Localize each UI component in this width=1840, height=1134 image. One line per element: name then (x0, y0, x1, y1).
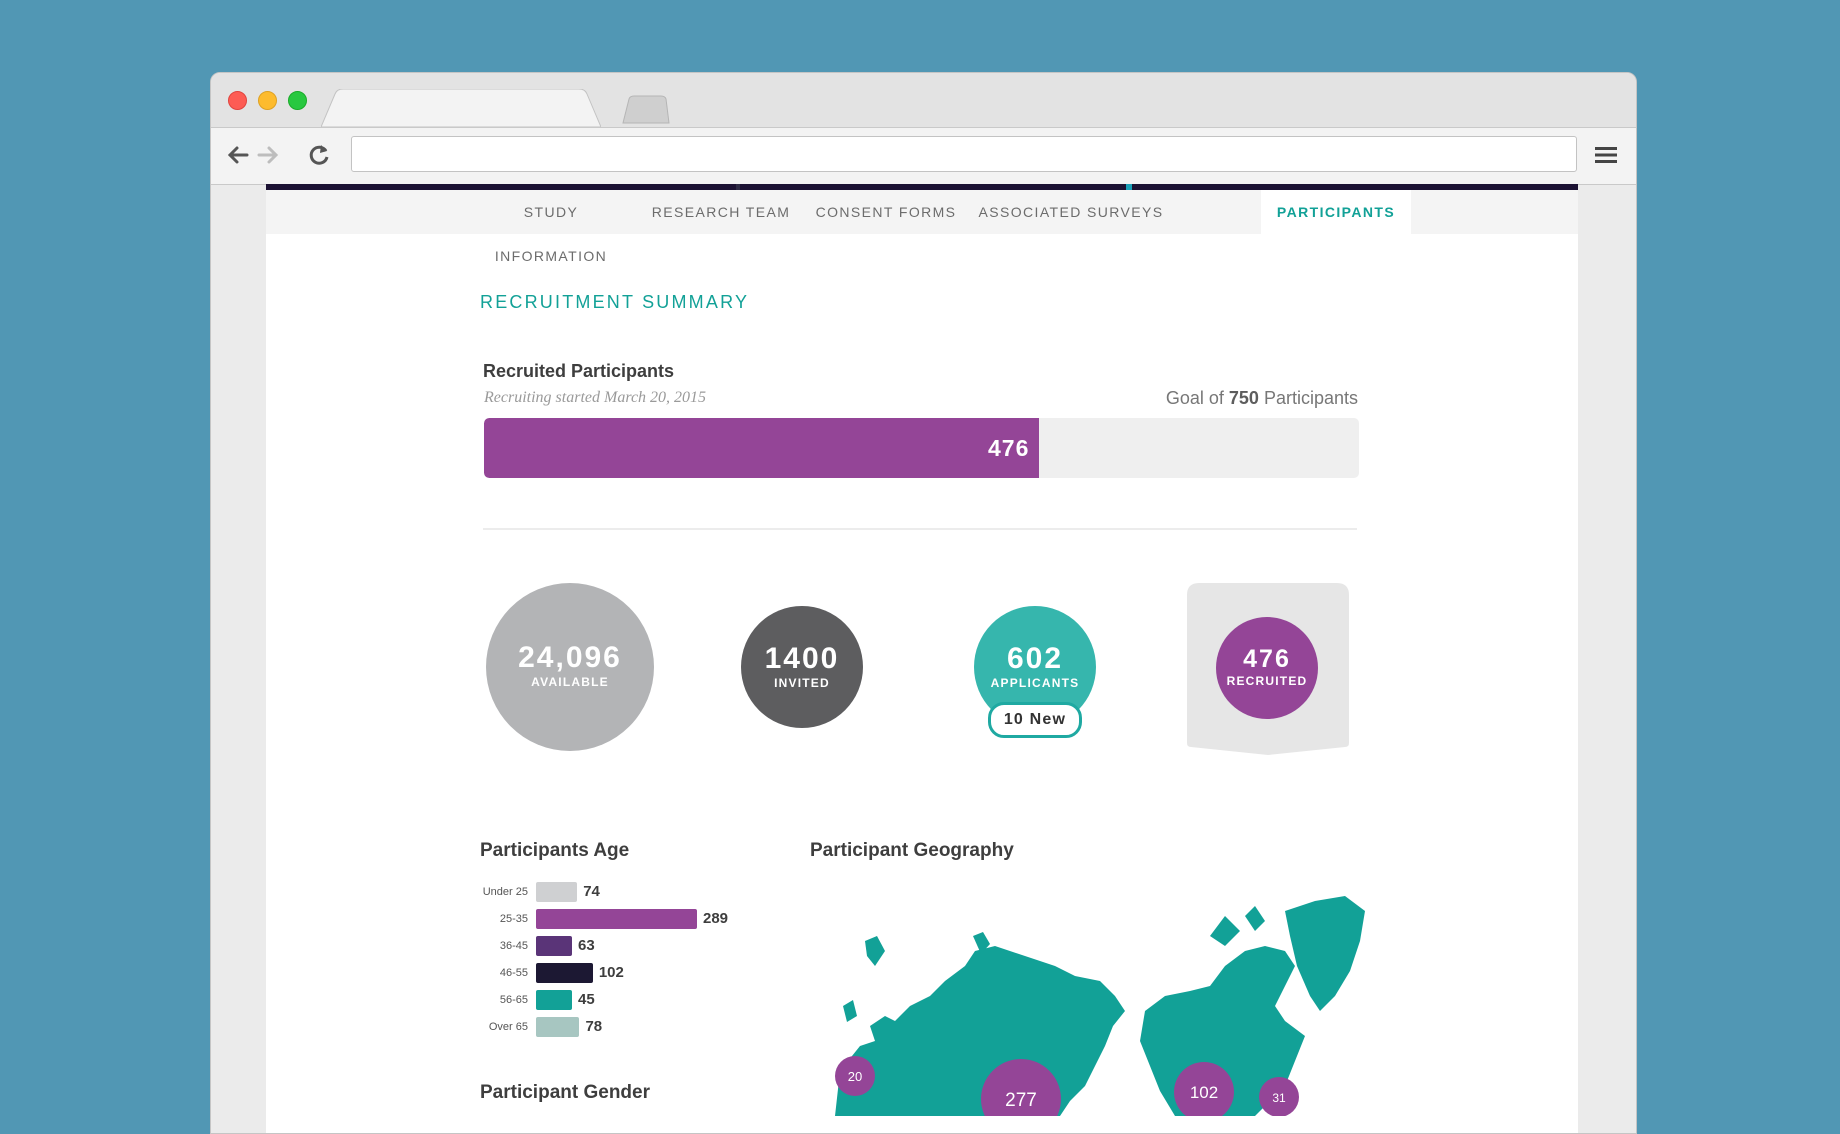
cluster-europe-value: 20 (848, 1069, 862, 1084)
age-row-label: Over 65 (488, 1021, 528, 1033)
age-bar-value: 289 (703, 910, 729, 927)
recruited-stat-label: RECRUITED (1226, 674, 1308, 688)
age-bar-value: 102 (598, 964, 624, 981)
zoom-window-button[interactable] (288, 91, 307, 110)
new-applicants-badge[interactable]: 10 New (988, 702, 1082, 738)
age-bar (536, 936, 572, 956)
close-window-button[interactable] (228, 91, 247, 110)
cluster-asia-value: 277 (1005, 1090, 1037, 1111)
available-value: 24,096 (518, 641, 622, 674)
goal-prefix: Goal of (1165, 388, 1229, 408)
recruitment-progress-bar: 476 (484, 418, 1359, 478)
study-tabs: STUDY INFORMATION RESEARCH TEAM CONSENT … (266, 190, 1578, 264)
arctic-archipelago-2 (1245, 906, 1265, 931)
age-row-label: Under 25 (482, 886, 528, 898)
goal-suffix: Participants (1258, 388, 1358, 408)
address-bar[interactable] (351, 136, 1577, 172)
age-bar-value: 45 (578, 991, 595, 1008)
tab-research-team[interactable]: RESEARCH TEAM (646, 190, 796, 234)
age-bar (536, 1017, 580, 1037)
recruitment-progress-fill: 476 (484, 418, 1040, 478)
world-map: 20 277 102 31 (835, 896, 1365, 1116)
tab-associated-surveys[interactable]: ASSOCIATED SURVEYS (976, 190, 1166, 234)
section-title: RECRUITMENT SUMMARY (480, 292, 750, 312)
tab-study-information[interactable]: STUDY INFORMATION (466, 190, 636, 264)
recruited-stat-value: 476 (1243, 645, 1291, 673)
participant-geography-title: Participant Geography (810, 840, 1014, 861)
recruitment-goal: Goal of 750 Participants (1166, 388, 1358, 409)
back-arrow-icon[interactable] (223, 140, 253, 170)
participants-age-title: Participants Age (480, 840, 630, 861)
age-row-label: 46-55 (499, 967, 528, 979)
age-bar (536, 990, 572, 1010)
available-label: AVAILABLE (531, 675, 609, 689)
applicants-label: APPLICANTS (990, 676, 1080, 690)
eurasia-landmass (835, 946, 1125, 1116)
invited-label: INVITED (774, 676, 830, 690)
arctic-archipelago-1 (1210, 916, 1240, 946)
minimize-window-button[interactable] (258, 91, 277, 110)
age-row-label: 56-65 (499, 994, 528, 1006)
age-bar (536, 882, 578, 902)
available-stat: 24,096 AVAILABLE (486, 583, 654, 751)
recruited-participants-title: Recruited Participants (483, 361, 675, 381)
reload-icon[interactable] (304, 140, 334, 170)
tab-participants[interactable]: PARTICIPANTS (1261, 190, 1411, 234)
invited-value: 1400 (764, 642, 840, 675)
age-bar-value: 74 (583, 883, 600, 900)
recruiting-start-date: Recruiting started March 20, 2015 (484, 389, 707, 406)
recruited-stat: 476 RECRUITED (1216, 617, 1318, 719)
british-isles (843, 1000, 857, 1022)
age-bar (536, 909, 697, 929)
tab-consent-forms[interactable]: CONSENT FORMS (806, 190, 966, 234)
age-row-label: 36-45 (499, 940, 528, 952)
browser-toolbar (211, 127, 1636, 185)
goal-value: 750 (1228, 388, 1259, 408)
age-bar-value: 78 (585, 1018, 603, 1035)
greenland-landmass (1285, 896, 1365, 1011)
section-divider (483, 528, 1357, 530)
cluster-east-coast-value: 31 (1272, 1091, 1286, 1105)
applicants-value: 602 (1006, 642, 1064, 675)
invited-stat: 1400 INVITED (741, 606, 863, 728)
recruited-count: 476 (987, 435, 1030, 461)
age-bar-value: 63 (578, 937, 595, 954)
scandinavia-landmass (865, 936, 885, 966)
title-bar (211, 73, 1636, 127)
forward-arrow-icon[interactable] (253, 140, 283, 170)
new-tab-button[interactable] (621, 95, 671, 125)
cluster-north-america-value: 102 (1190, 1083, 1218, 1102)
participant-gender-title: Participant Gender (480, 1082, 650, 1103)
menu-icon[interactable] (1591, 140, 1621, 170)
age-row-label: 25-35 (499, 913, 528, 925)
browser-tab[interactable] (321, 89, 601, 127)
age-bar (536, 963, 593, 983)
